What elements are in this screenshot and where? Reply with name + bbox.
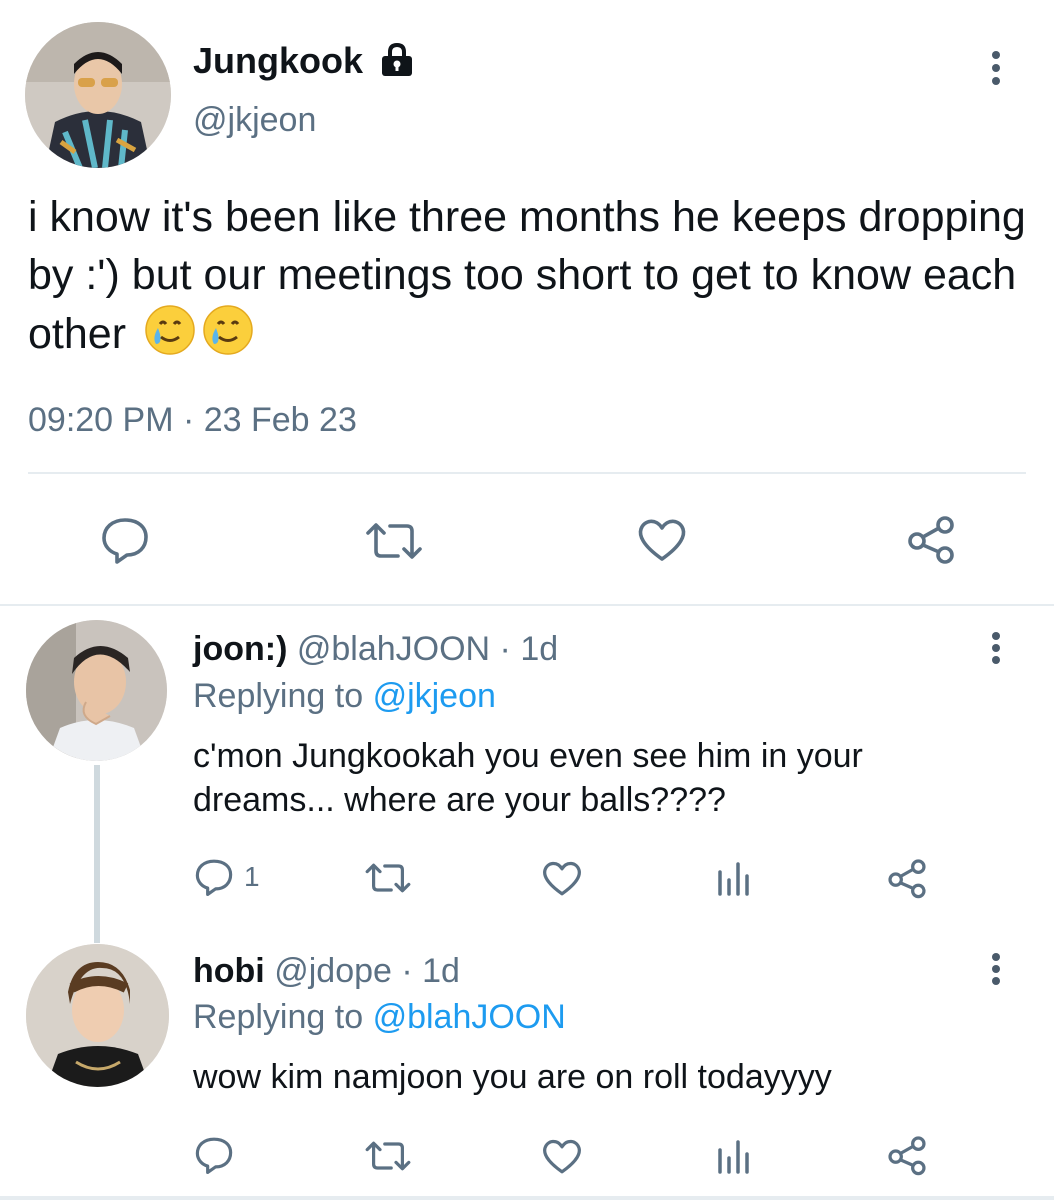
like-icon[interactable] [541,1138,583,1175]
retweet-icon[interactable] [364,862,412,894]
smiling-face-with-tear-icon [202,304,254,371]
reply-avatar[interactable] [26,620,167,761]
reply-handle-time[interactable]: @blahJOON · 1d [297,630,558,668]
reply-display-name[interactable]: hobi [193,952,265,990]
like-icon[interactable] [636,517,688,563]
reply-icon[interactable] [194,858,234,896]
reply-count: 1 [244,861,260,892]
reply-handle-time[interactable]: @jdope · 1d [274,952,460,990]
analytics-icon[interactable] [716,1138,750,1174]
share-icon[interactable] [905,513,957,565]
replying-to-label: Replying to [193,998,364,1036]
replying-to-label: Replying to [193,677,364,715]
retweet-icon[interactable] [364,1140,412,1172]
reply-text: wow kim namjoon you are on roll todayyyy [193,1058,832,1096]
author-name-text[interactable]: Jungkook [193,40,363,81]
replying-to-link[interactable]: @blahJOON [373,998,566,1036]
replying-to: Replying to @blahJOON [193,996,566,1038]
reply-display-name[interactable]: joon:) [193,630,287,668]
author-handle[interactable]: @jkjeon [193,100,316,140]
retweet-icon[interactable] [364,521,424,561]
share-icon[interactable] [886,1134,928,1176]
smiling-face-with-tear-icon [144,304,196,371]
thread-line [94,765,100,943]
section-divider [0,604,1054,606]
divider [28,472,1026,474]
tweet-timestamp[interactable]: 09:20 PM · 23 Feb 23 [28,400,357,440]
more-options-icon[interactable] [990,953,1002,985]
like-icon[interactable] [541,860,583,897]
analytics-icon[interactable] [716,860,750,896]
reply-icon[interactable] [100,516,150,564]
reply-header: hobi @jdope · 1d [193,950,460,992]
lock-icon [379,43,415,77]
more-options-icon[interactable] [990,632,1002,664]
reply-avatar[interactable] [26,944,169,1087]
tweet-text: i know it's been like three months he ke… [28,188,1028,371]
author-avatar[interactable] [25,22,171,168]
reply-icon[interactable] [194,1136,234,1174]
bottom-divider [0,1196,1054,1200]
reply-text: c'mon Jungkookah you even see him in you… [193,737,863,819]
more-options-icon[interactable] [990,51,1002,85]
reply-header: joon:) @blahJOON · 1d [193,628,558,670]
author-display-name[interactable]: Jungkook [193,40,415,82]
replying-to-link[interactable]: @jkjeon [373,677,496,715]
share-icon[interactable] [886,857,928,899]
replying-to: Replying to @jkjeon [193,675,496,717]
